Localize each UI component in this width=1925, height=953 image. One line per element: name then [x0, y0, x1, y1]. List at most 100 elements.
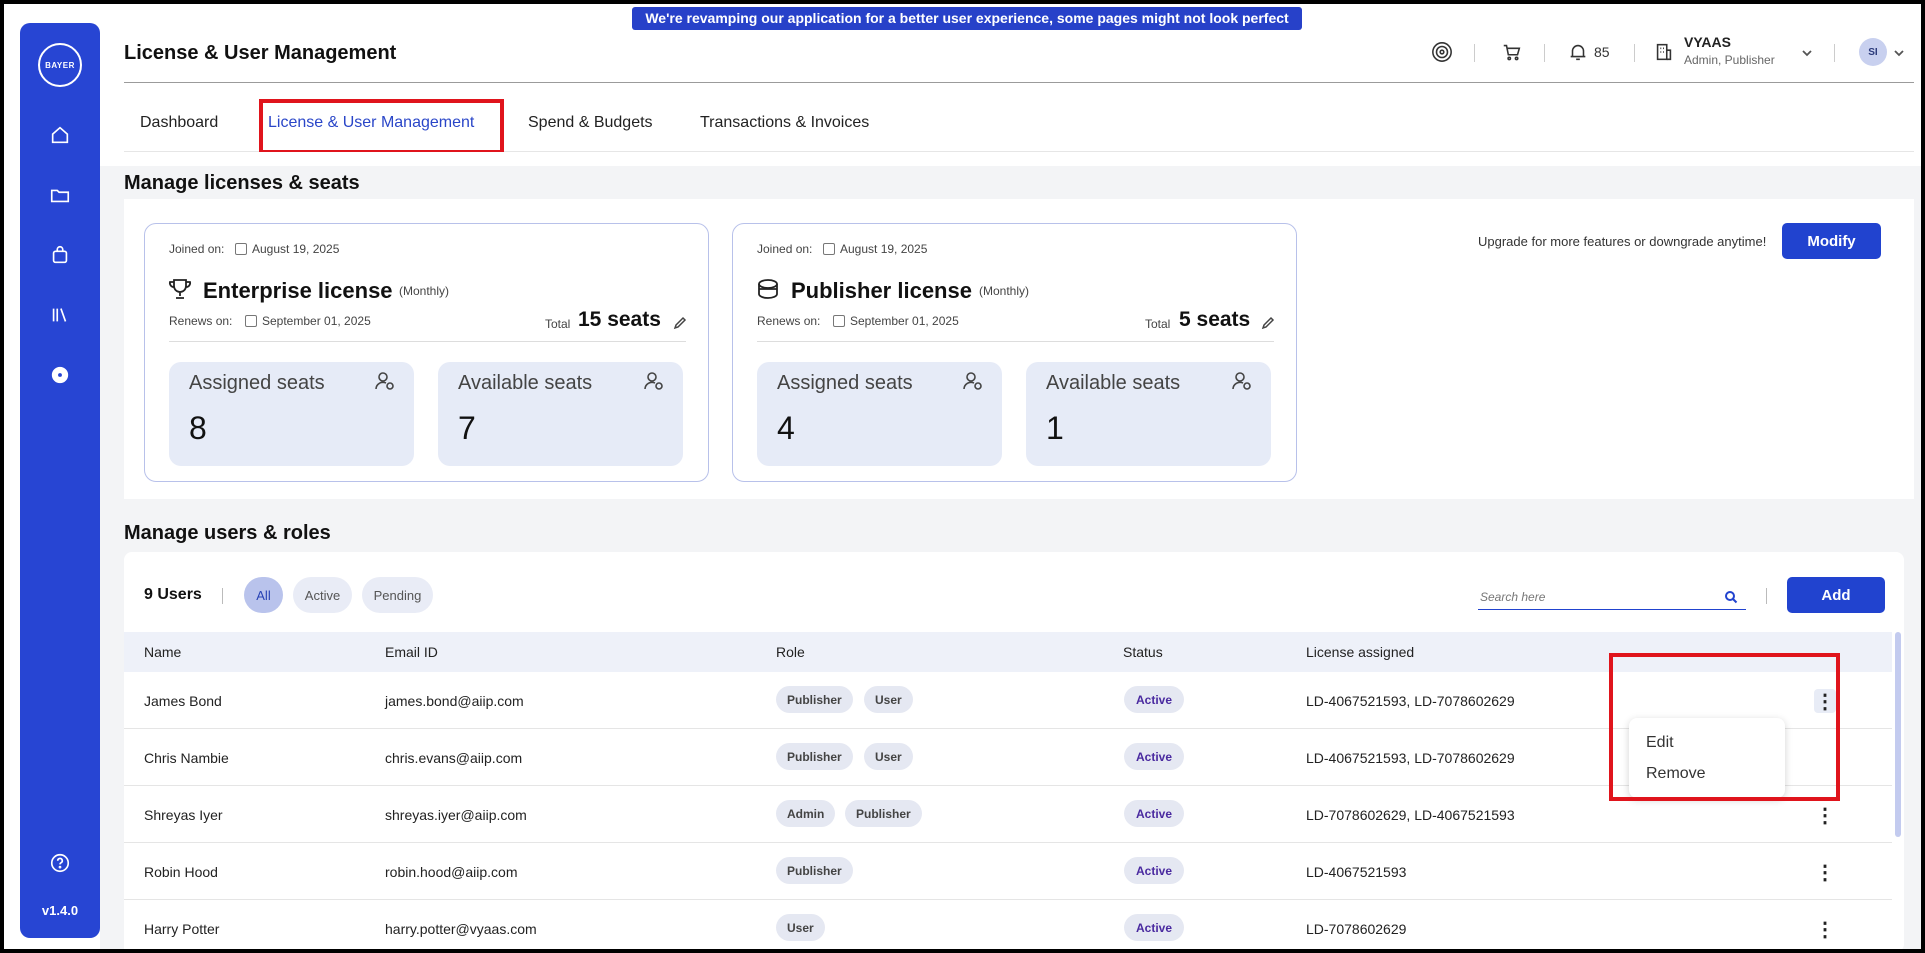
row-menu-icon[interactable]: ⋮ — [1814, 860, 1836, 884]
library-icon[interactable] — [48, 303, 72, 327]
column-name[interactable]: Name — [144, 644, 181, 660]
role-badge: Publisher — [845, 800, 922, 827]
header-divider — [1634, 44, 1635, 62]
search-input[interactable] — [1480, 590, 1710, 604]
license-period: (Monthly) — [979, 284, 1030, 298]
license-ids: LD-4067521593, LD-7078602629 — [1306, 693, 1515, 709]
app-version: v1.4.0 — [41, 903, 79, 918]
building-icon[interactable] — [1652, 40, 1676, 64]
search-icon[interactable] — [1724, 590, 1738, 604]
role-badge: Publisher — [776, 743, 853, 770]
row-menu-icon[interactable]: ⋮ — [1814, 917, 1836, 941]
user-settings-icon — [374, 370, 396, 392]
user-email: robin.hood@aiip.com — [385, 864, 518, 880]
license-ids: LD-7078602629 — [1306, 921, 1407, 937]
chevron-down-icon[interactable] — [1800, 46, 1814, 60]
card-divider — [169, 341, 686, 342]
total-label: Total — [1145, 317, 1171, 331]
page-title: License & User Management — [124, 42, 397, 64]
row-menu-icon[interactable]: ⋮ — [1814, 803, 1836, 827]
trophy-icon — [167, 276, 193, 302]
status-badge: Active — [1124, 857, 1185, 884]
user-name: Harry Potter — [144, 921, 220, 937]
cart-icon[interactable] — [1500, 40, 1524, 64]
role-badge: User — [864, 686, 913, 713]
users-count: 9 Users — [144, 586, 202, 603]
bag-icon[interactable] — [48, 243, 72, 267]
help-icon[interactable] — [48, 851, 72, 875]
available-seats-label: Available seats — [1046, 372, 1181, 394]
available-seats-box: Available seats 7 — [438, 362, 683, 466]
card-divider — [757, 341, 1274, 342]
status-badge: Active — [1124, 800, 1185, 827]
table-scrollbar[interactable] — [1895, 632, 1901, 837]
target-icon[interactable] — [1430, 40, 1454, 64]
user-settings-icon — [1231, 370, 1253, 392]
user-email: shreyas.iyer@aiip.com — [385, 807, 527, 823]
user-name: Robin Hood — [144, 864, 218, 880]
bell-icon[interactable] — [1566, 40, 1590, 64]
gear-icon[interactable] — [48, 363, 72, 387]
license-name: Enterprise license — [203, 278, 393, 303]
header-divider — [1544, 44, 1545, 62]
app-window: We're revamping our application for a be… — [4, 4, 1921, 949]
license-ids: LD-4067521593 — [1306, 864, 1407, 880]
calendar-icon — [245, 315, 257, 327]
status-badge: Active — [1124, 743, 1185, 770]
renews-label: Renews on: — [169, 314, 233, 328]
menu-highlight-box — [1609, 653, 1840, 801]
announcement-banner: We're revamping our application for a be… — [632, 7, 1302, 49]
add-user-button[interactable]: Add — [1787, 577, 1885, 613]
available-seats-label: Available seats — [458, 372, 593, 394]
org-role: Admin, Publisher — [1684, 53, 1775, 67]
column-email[interactable]: Email ID — [385, 644, 438, 660]
renews-date-value: September 01, 2025 — [850, 314, 959, 328]
joined-date: August 19, 2025 — [823, 242, 927, 256]
user-settings-icon — [643, 370, 665, 392]
table-row: Harry Potter harry.potter@vyaas.com User… — [124, 900, 1892, 949]
table-row: Robin Hood robin.hood@aiip.com Publisher… — [124, 843, 1892, 900]
modify-button[interactable]: Modify — [1782, 223, 1881, 259]
header-divider — [1474, 44, 1475, 62]
user-email: harry.potter@vyaas.com — [385, 921, 537, 937]
joined-date-value: August 19, 2025 — [840, 242, 928, 256]
role-badge: Publisher — [776, 857, 853, 884]
calendar-icon — [235, 243, 247, 255]
tab-spend-budgets[interactable]: Spend & Budgets — [528, 114, 653, 132]
available-seats-value: 1 — [1046, 410, 1064, 446]
header-divider — [1834, 44, 1835, 62]
licenses-section-title: Manage licenses & seats — [124, 172, 360, 194]
column-role[interactable]: Role — [776, 644, 805, 660]
home-icon[interactable] — [48, 123, 72, 147]
filter-pending[interactable]: Pending — [362, 577, 433, 613]
user-email: chris.evans@aiip.com — [385, 750, 523, 766]
renews-label: Renews on: — [757, 314, 821, 328]
license-period: (Monthly) — [399, 284, 450, 298]
edit-pencil-icon[interactable] — [1261, 316, 1275, 330]
user-name: James Bond — [144, 693, 222, 709]
column-status[interactable]: Status — [1123, 644, 1163, 660]
folder-icon[interactable] — [48, 183, 72, 207]
tab-dashboard[interactable]: Dashboard — [140, 114, 218, 132]
column-license[interactable]: License assigned — [1306, 644, 1414, 660]
total-seats: 5 seats — [1179, 308, 1251, 331]
renews-date: September 01, 2025 — [245, 314, 371, 328]
status-badge: Active — [1124, 914, 1185, 941]
edit-pencil-icon[interactable] — [673, 316, 687, 330]
chevron-down-icon[interactable] — [1892, 46, 1906, 60]
filter-all[interactable]: All — [244, 577, 283, 613]
header-divider-line — [124, 82, 1914, 83]
available-seats-box: Available seats 1 — [1026, 362, 1271, 466]
tab-transactions-invoices[interactable]: Transactions & Invoices — [700, 114, 869, 132]
assigned-seats-value: 8 — [189, 410, 207, 446]
total-seats: 15 seats — [578, 308, 661, 331]
avatar[interactable]: SI — [1859, 38, 1887, 66]
assigned-seats-box: Assigned seats 4 — [757, 362, 1002, 466]
enterprise-license-card: Joined on: August 19, 2025 Enterprise li… — [144, 223, 709, 482]
bayer-logo[interactable]: BAYER — [38, 43, 82, 87]
logo-text: BAYER — [45, 61, 75, 70]
filter-active[interactable]: Active — [293, 577, 352, 613]
joined-label: Joined on: — [757, 242, 813, 256]
notification-count: 85 — [1594, 44, 1610, 60]
calendar-icon — [823, 243, 835, 255]
